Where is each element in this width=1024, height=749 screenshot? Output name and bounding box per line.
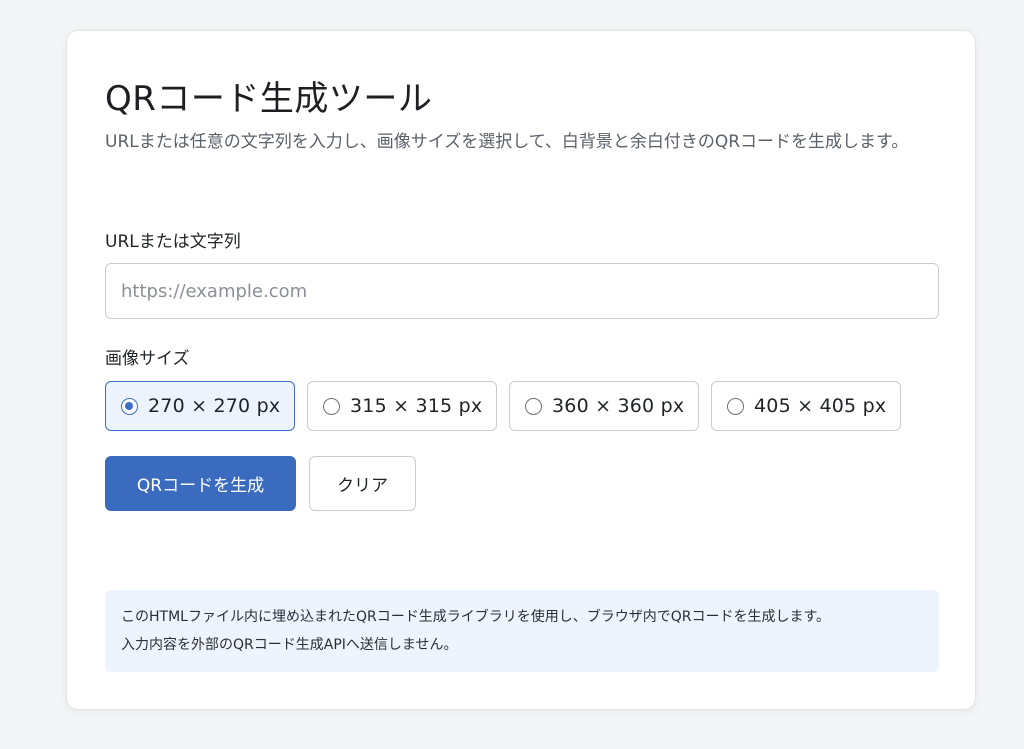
size-option-label: 405 × 405 px	[754, 395, 887, 417]
action-buttons: QRコードを生成 クリア	[105, 456, 416, 511]
size-option-405[interactable]: 405 × 405 px	[711, 381, 901, 431]
info-note: このHTMLファイル内に埋め込まれたQRコード生成ライブラリを使用し、ブラウザ内…	[105, 590, 939, 672]
radio-icon[interactable]	[525, 397, 542, 415]
info-note-line: このHTMLファイル内に埋め込まれたQRコード生成ライブラリを使用し、ブラウザ内…	[121, 609, 831, 625]
size-option-360[interactable]: 360 × 360 px	[509, 381, 699, 431]
size-option-315[interactable]: 315 × 315 px	[307, 381, 497, 431]
radio-icon[interactable]	[323, 397, 340, 415]
size-option-label: 270 × 270 px	[148, 395, 281, 417]
url-input[interactable]	[105, 263, 939, 319]
radio-icon[interactable]	[727, 397, 744, 415]
generate-qr-button[interactable]: QRコードを生成	[105, 456, 296, 511]
size-options: 270 × 270 px 315 × 315 px 360 × 360 px 4…	[105, 381, 901, 431]
size-option-270[interactable]: 270 × 270 px	[105, 381, 295, 431]
qr-tool-card: QRコード生成ツール URLまたは任意の文字列を入力し、画像サイズを選択して、白…	[66, 30, 976, 710]
size-option-label: 360 × 360 px	[552, 395, 685, 417]
size-field-label: 画像サイズ	[105, 349, 190, 369]
clear-button[interactable]: クリア	[309, 456, 416, 511]
size-option-label: 315 × 315 px	[350, 395, 483, 417]
radio-selected-icon[interactable]	[121, 397, 138, 415]
page-title: QRコード生成ツール	[105, 79, 433, 119]
url-field-label: URLまたは文字列	[105, 232, 241, 252]
info-note-line: 入力内容を外部のQRコード生成APIへ送信しません。	[121, 637, 458, 653]
page-description: URLまたは任意の文字列を入力し、画像サイズを選択して、白背景と余白付きのQRコ…	[105, 132, 909, 152]
